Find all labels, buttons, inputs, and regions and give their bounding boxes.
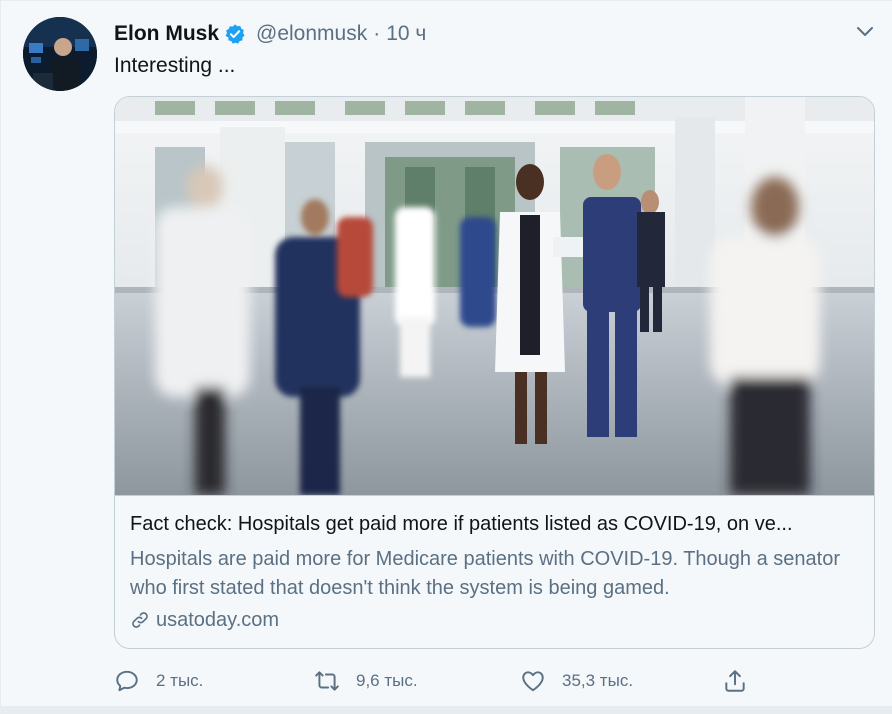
tweet-text: Interesting ... — [114, 54, 236, 77]
author-name[interactable]: Elon Musk — [114, 22, 219, 46]
reply-count: 2 тыс. — [156, 671, 204, 690]
tweet[interactable]: Elon Musk @elonmusk · 10 ч Interesting .… — [0, 0, 892, 706]
tweet-timestamp[interactable]: 10 ч — [386, 22, 426, 46]
retweet-count: 9,6 тыс. — [356, 671, 418, 690]
timeline-divider — [0, 706, 892, 714]
author-handle[interactable]: @elonmusk — [256, 22, 367, 46]
more-options-chevron-down-icon[interactable] — [851, 17, 879, 45]
retweet-icon — [314, 668, 340, 694]
avatar[interactable] — [23, 17, 97, 91]
like-icon — [520, 668, 546, 694]
tweet-actions: 2 тыс. 9,6 тыс. 35,3 тыс. — [114, 665, 754, 697]
card-description: Hospitals are paid more for Medicare pat… — [130, 548, 840, 599]
hospital-lobby-photo — [115, 97, 874, 495]
share-icon — [722, 668, 748, 694]
retweet-button[interactable]: 9,6 тыс. — [314, 665, 418, 697]
like-button[interactable]: 35,3 тыс. — [520, 665, 633, 697]
card-domain-text: usatoday.com — [156, 608, 280, 631]
link-icon — [130, 610, 150, 630]
header-separator: · — [373, 22, 381, 45]
card-image[interactable] — [115, 97, 874, 496]
share-button[interactable] — [722, 665, 748, 697]
tweet-header: Elon Musk @elonmusk · 10 ч — [114, 21, 426, 47]
like-count: 35,3 тыс. — [562, 671, 634, 690]
reply-icon — [114, 668, 140, 694]
reply-button[interactable]: 2 тыс. — [114, 665, 203, 697]
link-card[interactable]: Fact check: Hospitals get paid more if p… — [114, 96, 875, 649]
card-domain[interactable]: usatoday.com — [130, 607, 279, 633]
verified-badge-icon — [224, 23, 246, 45]
card-title[interactable]: Fact check: Hospitals get paid more if p… — [130, 513, 865, 536]
